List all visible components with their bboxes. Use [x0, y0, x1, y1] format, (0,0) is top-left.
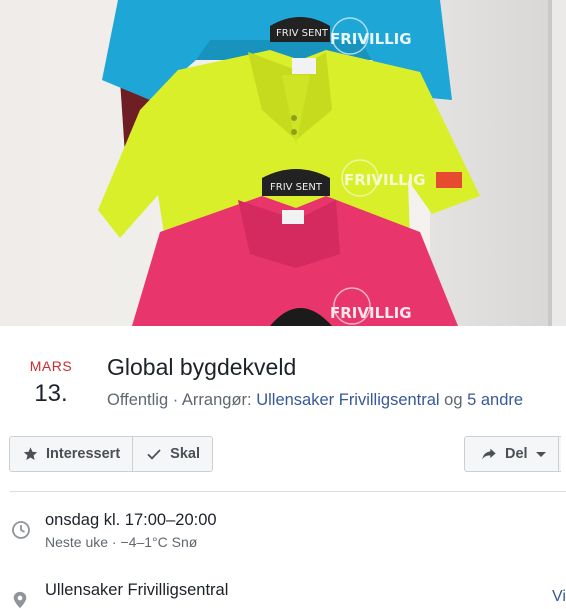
going-button[interactable]: Skal — [132, 437, 212, 471]
more-button-edge[interactable] — [558, 437, 559, 471]
svg-text:FRIV SENT: FRIV SENT — [270, 182, 323, 193]
event-location[interactable]: Ullensaker Frivilligsentral — [45, 581, 228, 600]
event-time: onsdag kl. 17:00–20:00 — [45, 511, 217, 529]
clock-icon — [12, 521, 30, 539]
star-icon — [23, 447, 38, 460]
event-meta: Offentlig · Arrangør: Ullensaker Frivill… — [107, 389, 523, 411]
event-date-day: 13. — [34, 380, 68, 407]
organizer-link[interactable]: Ullensaker Frivilligsentral — [256, 391, 439, 409]
interested-button[interactable]: Interessert — [10, 437, 132, 471]
share-button[interactable]: Del — [464, 436, 561, 472]
interested-label: Interessert — [46, 446, 121, 462]
event-time-sub: Neste uke · −4–1°C Snø — [45, 534, 198, 550]
event-date: MARS 13. — [22, 357, 80, 409]
location-pin-icon — [13, 591, 27, 609]
svg-text:FRIVILLIG: FRIVILLIG — [330, 304, 412, 322]
going-label: Skal — [170, 446, 200, 462]
event-cover-photo[interactable]: FRIVILLIG FRIVILLIG FRIV SENT FRIVILLIG — [0, 0, 566, 326]
checkmark-icon — [147, 449, 161, 460]
organizer-label: Arrangør: — [181, 391, 257, 409]
divider — [10, 491, 566, 492]
event-date-month: MARS — [29, 358, 73, 374]
svg-text:FRIVILLIG: FRIVILLIG — [344, 171, 426, 189]
chevron-down-icon — [535, 451, 546, 457]
event-privacy: Offentlig — [107, 391, 169, 409]
meta-separator: · — [168, 391, 182, 409]
organizer-connector: og — [439, 391, 468, 409]
svg-text:FRIVILLIG: FRIVILLIG — [330, 30, 412, 48]
svg-text:FRIV SENT: FRIV SENT — [276, 28, 329, 39]
event-title: Global bygdekveld — [107, 354, 297, 380]
other-hosts-link[interactable]: 5 andre — [467, 391, 523, 409]
share-arrow-icon — [482, 448, 496, 460]
rsvp-button-group: Interessert Skal — [9, 436, 213, 472]
share-label: Del — [505, 446, 528, 462]
view-map-link[interactable]: Vi — [552, 588, 566, 606]
